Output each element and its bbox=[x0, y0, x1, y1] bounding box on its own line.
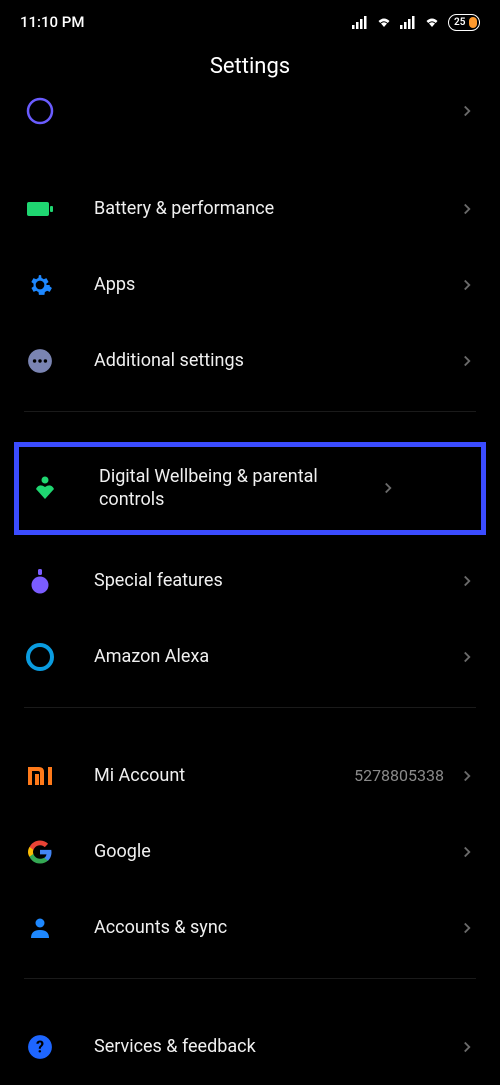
divider bbox=[24, 978, 476, 979]
row-label: Apps bbox=[94, 273, 458, 296]
flask-icon bbox=[24, 565, 56, 597]
mi-logo-icon bbox=[24, 760, 56, 792]
status-icons: 25 bbox=[352, 14, 480, 31]
signal-icon bbox=[352, 15, 368, 29]
chevron-right-icon bbox=[458, 919, 476, 937]
row-label: Additional settings bbox=[94, 349, 458, 372]
row-label: Mi Account bbox=[94, 764, 354, 787]
row-label: Services & feedback bbox=[94, 1035, 458, 1058]
battery-icon bbox=[24, 193, 56, 225]
wellbeing-icon bbox=[29, 472, 61, 504]
status-time: 11:10 PM bbox=[20, 13, 84, 31]
settings-row-wellbeing[interactable]: Digital Wellbeing & parental controls bbox=[19, 447, 481, 530]
settings-list: . Battery & performance Apps Additional … bbox=[0, 95, 500, 1085]
gear-icon bbox=[24, 269, 56, 301]
google-logo-icon bbox=[24, 836, 56, 868]
chevron-right-icon bbox=[458, 276, 476, 294]
settings-row-miaccount[interactable]: Mi Account 5278805338 bbox=[0, 738, 500, 814]
chevron-right-icon bbox=[458, 767, 476, 785]
person-icon bbox=[24, 912, 56, 944]
settings-row-google[interactable]: Google bbox=[0, 814, 500, 890]
chevron-right-icon bbox=[458, 1038, 476, 1056]
settings-row-accounts-sync[interactable]: Accounts & sync bbox=[0, 890, 500, 966]
signal-icon-2 bbox=[400, 15, 416, 29]
chevron-right-icon bbox=[379, 479, 397, 497]
page-title: Settings bbox=[0, 40, 500, 101]
row-label: Battery & performance bbox=[94, 197, 458, 220]
row-value: 5278805338 bbox=[354, 766, 444, 785]
chevron-right-icon bbox=[458, 102, 476, 120]
settings-row-special[interactable]: Special features bbox=[0, 543, 500, 619]
divider bbox=[24, 411, 476, 412]
chevron-right-icon bbox=[458, 648, 476, 666]
highlighted-row-box: Digital Wellbeing & parental controls bbox=[14, 442, 486, 535]
chevron-right-icon bbox=[458, 843, 476, 861]
wifi-icon-2 bbox=[424, 15, 440, 29]
svg-text:?: ? bbox=[36, 1037, 44, 1056]
shield-icon bbox=[24, 95, 56, 127]
chevron-right-icon bbox=[458, 200, 476, 218]
status-bar: 11:10 PM 25 bbox=[0, 0, 500, 40]
divider bbox=[24, 707, 476, 708]
row-label: Accounts & sync bbox=[94, 916, 458, 939]
settings-row-passwords[interactable]: . bbox=[0, 95, 500, 147]
battery-icon: 25 bbox=[448, 14, 480, 31]
settings-row-additional[interactable]: Additional settings bbox=[0, 323, 500, 399]
alexa-icon bbox=[24, 641, 56, 673]
wifi-icon bbox=[376, 15, 392, 29]
settings-row-apps[interactable]: Apps bbox=[0, 247, 500, 323]
row-label: Digital Wellbeing & parental controls bbox=[99, 465, 379, 512]
row-label: Special features bbox=[94, 569, 458, 592]
row-label: Google bbox=[94, 840, 458, 863]
more-icon bbox=[24, 345, 56, 377]
row-label: Amazon Alexa bbox=[94, 645, 458, 668]
settings-row-battery[interactable]: Battery & performance bbox=[0, 171, 500, 247]
chevron-right-icon bbox=[458, 352, 476, 370]
chevron-right-icon bbox=[458, 572, 476, 590]
settings-row-services[interactable]: ? Services & feedback bbox=[0, 1009, 500, 1085]
settings-row-alexa[interactable]: Amazon Alexa bbox=[0, 619, 500, 695]
help-icon: ? bbox=[24, 1031, 56, 1063]
